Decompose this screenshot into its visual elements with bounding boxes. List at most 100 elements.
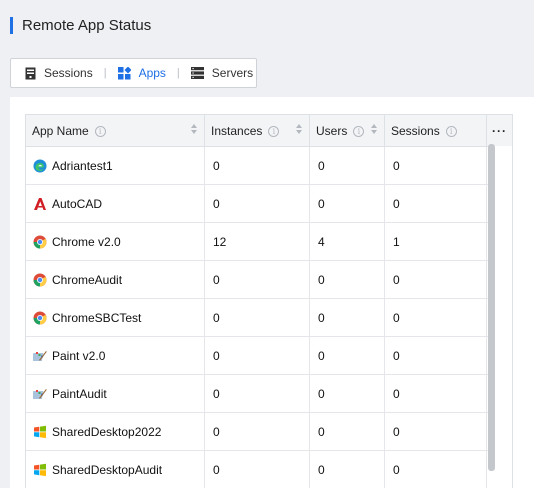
cell-sessions: 0 [385,451,487,488]
view-tabs: Sessions | Apps | Servers [10,58,257,88]
cell-instances: 0 [205,375,310,412]
table-row[interactable]: Adriantest1 0 0 0 [26,147,490,185]
table-row[interactable]: ChromeAudit 0 0 0 [26,261,490,299]
windows-icon [33,425,47,439]
app-name-text: Paint v2.0 [52,348,106,363]
cell-app-name: SharedDesktopAudit [26,451,205,488]
cell-users: 0 [310,147,385,184]
cell-users: 0 [310,299,385,336]
cell-users: 0 [310,451,385,488]
info-icon[interactable]: i [268,125,280,137]
tab-apps[interactable]: Apps [117,59,166,87]
app-name-text: ChromeSBCTest [52,310,142,325]
app-name-text: AutoCAD [52,196,103,211]
cell-users: 0 [310,261,385,298]
cell-instances: 0 [205,185,310,222]
cell-instances: 0 [205,337,310,374]
cell-instances: 12 [205,223,310,260]
column-label: App Name [32,124,89,138]
title-accent-bar [10,16,13,34]
table-row[interactable]: Chrome v2.0 12 4 1 [26,223,490,261]
table-right-border [512,114,513,488]
cell-instances: 0 [205,413,310,450]
cell-app-name: AutoCAD [26,185,205,222]
tab-apps-label: Apps [138,66,166,80]
cell-instances: 0 [205,451,310,488]
content-panel: App Name i Instances i Users i Sessions … [10,97,534,488]
sort-icon[interactable] [296,124,302,134]
cell-sessions: 0 [385,299,487,336]
app-name-text: SharedDesktop2022 [52,424,162,439]
column-label: Users [316,124,348,138]
cell-app-name: Paint v2.0 [26,337,205,374]
autocad-icon [33,197,47,211]
cell-users: 0 [310,185,385,222]
cell-sessions: 1 [385,223,487,260]
tab-divider: | [103,67,107,79]
column-label: Sessions [391,124,440,138]
table-row[interactable]: SharedDesktop2022 0 0 0 [26,413,490,451]
cell-app-name: Chrome v2.0 [26,223,205,260]
sort-icon[interactable] [371,124,377,134]
paint-icon [33,349,47,363]
info-icon[interactable]: i [445,125,457,137]
table-row[interactable]: PaintAudit 0 0 0 [26,375,490,413]
table-row[interactable]: SharedDesktopAudit 0 0 0 [26,451,490,488]
tab-sessions[interactable]: Sessions [25,59,93,87]
cell-users: 0 [310,413,385,450]
edge-icon [33,159,47,173]
cell-users: 4 [310,223,385,260]
app-name-text: Chrome v2.0 [52,234,121,249]
tab-divider: | [176,67,180,79]
chrome-icon [33,235,47,249]
column-header-users[interactable]: Users i [310,115,385,147]
table-row[interactable]: ChromeSBCTest 0 0 0 [26,299,490,337]
column-label: Instances [211,124,263,138]
column-menu-button[interactable]: ··· [487,115,512,147]
app-name-text: SharedDesktopAudit [52,462,163,477]
more-icon: ··· [492,124,507,138]
cell-app-name: ChromeSBCTest [26,299,205,336]
chrome-icon [33,273,47,287]
cell-app-name: ChromeAudit [26,261,205,298]
server-tower-icon [25,67,36,80]
table-body: Adriantest1 0 0 0 AutoCAD 0 0 0 Chrome v… [26,147,490,488]
cell-app-name: SharedDesktop2022 [26,413,205,450]
column-header-sessions[interactable]: Sessions i [385,115,487,147]
page-header: Remote App Status [10,15,151,35]
cell-sessions: 0 [385,375,487,412]
windows-icon [33,463,47,477]
cell-sessions: 0 [385,147,487,184]
cell-instances: 0 [205,147,310,184]
cell-instances: 0 [205,261,310,298]
app-name-text: ChromeAudit [52,272,123,287]
cell-sessions: 0 [385,261,487,298]
app-name-text: PaintAudit [52,386,107,401]
cell-sessions: 0 [385,413,487,450]
scrollbar-thumb[interactable] [488,144,495,471]
tab-servers-label: Servers [211,66,254,80]
apps-table: App Name i Instances i Users i Sessions … [25,114,512,488]
server-rack-icon [190,67,204,79]
tab-servers[interactable]: Servers [190,59,254,87]
cell-app-name: PaintAudit [26,375,205,412]
cell-users: 0 [310,375,385,412]
table-header: App Name i Instances i Users i Sessions … [26,115,512,147]
table-row[interactable]: AutoCAD 0 0 0 [26,185,490,223]
column-header-app-name[interactable]: App Name i [26,115,205,147]
cell-instances: 0 [205,299,310,336]
info-icon[interactable]: i [353,125,365,137]
cell-sessions: 0 [385,337,487,374]
chrome-icon [33,311,47,325]
tab-sessions-label: Sessions [44,66,93,80]
app-name-text: Adriantest1 [52,158,113,173]
cell-app-name: Adriantest1 [26,147,205,184]
apps-grid-icon [117,66,131,80]
sort-icon[interactable] [191,124,197,134]
info-icon[interactable]: i [94,125,106,137]
column-header-instances[interactable]: Instances i [205,115,310,147]
page-title: Remote App Status [22,16,152,34]
paint-icon [33,387,47,401]
cell-sessions: 0 [385,185,487,222]
table-row[interactable]: Paint v2.0 0 0 0 [26,337,490,375]
